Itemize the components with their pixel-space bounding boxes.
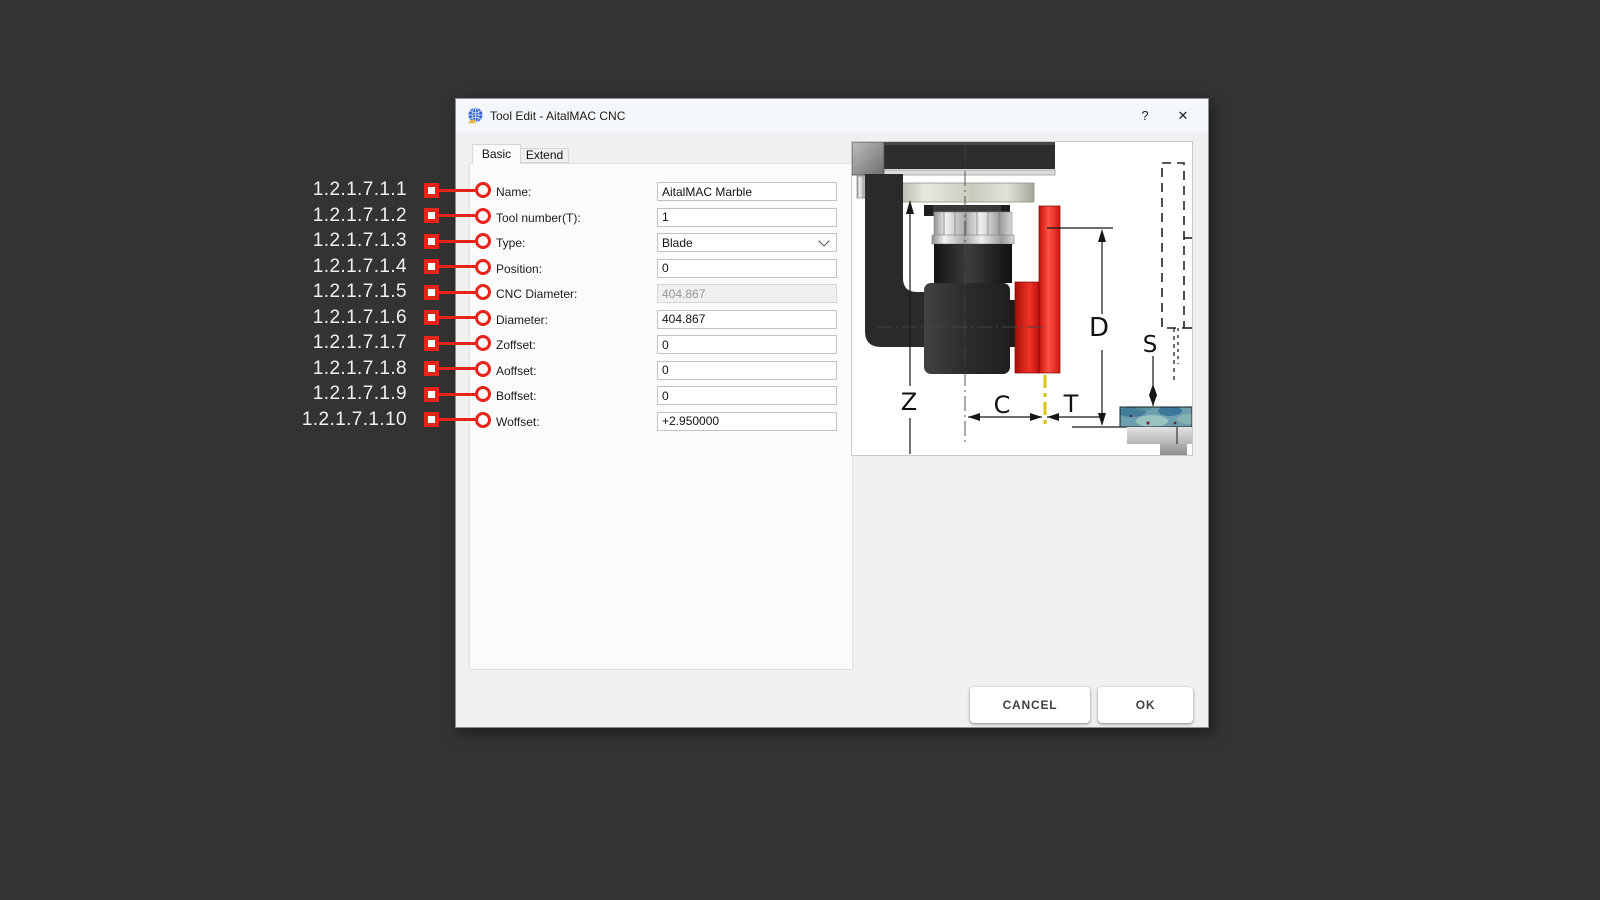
annotation-row: 1.2.1.7.1.7	[0, 332, 491, 354]
field-label: Boffset:	[496, 386, 536, 406]
form-row: CNC Diameter:	[470, 284, 852, 304]
annotation-row: 1.2.1.7.1.6	[0, 307, 491, 329]
annotation-row: 1.2.1.7.1.10	[0, 409, 491, 431]
annotation-square-marker	[424, 361, 439, 376]
field-input[interactable]	[657, 259, 837, 278]
field-input[interactable]	[657, 284, 837, 303]
field-select[interactable]: Blade	[657, 233, 837, 252]
form-row: Woffset:	[470, 412, 852, 432]
field-input[interactable]	[657, 412, 837, 431]
tool-edit-dialog: Tool Edit - AitalMAC CNC ? ✕ Basic Exten…	[455, 98, 1209, 728]
annotation-square-marker	[424, 336, 439, 351]
globe-app-icon	[467, 107, 484, 124]
form-row: Aoffset:	[470, 361, 852, 381]
field-label: Position:	[496, 259, 542, 279]
annotation-id: 1.2.1.7.1.10	[302, 409, 407, 431]
form-row: Boffset:	[470, 386, 852, 406]
annotation-row: 1.2.1.7.1.4	[0, 256, 491, 278]
field-label: CNC Diameter:	[496, 284, 577, 304]
close-button[interactable]: ✕	[1164, 99, 1202, 132]
form-row: Diameter:	[470, 310, 852, 330]
screen: 1.2.1.7.1.1 1.2.1.7.1.2 1.2.1.7.1.3 1.2.…	[0, 0, 1600, 900]
dim-s-label: S	[1143, 332, 1158, 358]
field-label: Zoffset:	[496, 335, 536, 355]
annotation-row: 1.2.1.7.1.1	[0, 179, 491, 201]
worktable	[1127, 427, 1192, 455]
field-label: Aoffset:	[496, 361, 536, 381]
help-button[interactable]: ?	[1126, 99, 1164, 132]
annotation-square-marker	[424, 285, 439, 300]
annotation-square-marker	[424, 234, 439, 249]
window-title: Tool Edit - AitalMAC CNC	[490, 109, 625, 123]
annotation-row: 1.2.1.7.1.8	[0, 358, 491, 380]
annotation-row: 1.2.1.7.1.5	[0, 281, 491, 303]
field-input[interactable]	[657, 361, 837, 380]
field-label: Name:	[496, 182, 531, 202]
field-select-value: Blade	[658, 236, 820, 250]
phantom-tool-outline	[1162, 163, 1192, 382]
field-label: Diameter:	[496, 310, 548, 330]
field-input[interactable]	[657, 310, 837, 329]
field-input[interactable]	[657, 386, 837, 405]
annotation-square-marker	[424, 208, 439, 223]
dim-c-label: C	[994, 391, 1011, 419]
form-row: Name:	[470, 182, 852, 202]
form-row: Position:	[470, 259, 852, 279]
annotation-id: 1.2.1.7.1.7	[313, 332, 407, 354]
annotation-row: 1.2.1.7.1.3	[0, 230, 491, 252]
tool-diagram: Z C T D S	[851, 141, 1193, 456]
field-label: Type:	[496, 233, 525, 253]
field-input[interactable]	[657, 208, 837, 227]
field-input[interactable]	[657, 182, 837, 201]
annotation-square-marker	[424, 387, 439, 402]
annotation-id: 1.2.1.7.1.1	[313, 179, 407, 201]
field-input[interactable]	[657, 335, 837, 354]
chevron-down-icon	[818, 235, 829, 246]
basic-tab-panel: Name: Tool number(T): Type: Blade Positi…	[469, 163, 853, 670]
titlebar: Tool Edit - AitalMAC CNC ? ✕	[456, 99, 1208, 132]
field-label: Tool number(T):	[496, 208, 581, 228]
cutting-blade	[1015, 206, 1060, 373]
annotation-square-marker	[424, 310, 439, 325]
dim-z-label: Z	[901, 388, 917, 416]
annotation-row: 1.2.1.7.1.9	[0, 383, 491, 405]
field-label: Woffset:	[496, 412, 540, 432]
annotation-id: 1.2.1.7.1.2	[313, 205, 407, 227]
annotation-square-marker	[424, 259, 439, 274]
tab-basic[interactable]: Basic	[472, 144, 521, 164]
annotation-row: 1.2.1.7.1.2	[0, 205, 491, 227]
annotation-id: 1.2.1.7.1.4	[313, 256, 407, 278]
annotation-id: 1.2.1.7.1.5	[313, 281, 407, 303]
marble-slab	[1118, 405, 1193, 427]
annotation-id: 1.2.1.7.1.9	[313, 383, 407, 405]
annotation-id: 1.2.1.7.1.3	[313, 230, 407, 252]
cancel-button[interactable]: CANCEL	[970, 687, 1090, 723]
form-row: Tool number(T):	[470, 208, 852, 228]
annotation-square-marker	[424, 183, 439, 198]
dim-t-label: T	[1063, 390, 1079, 418]
annotation-id: 1.2.1.7.1.6	[313, 307, 407, 329]
tab-extend[interactable]: Extend	[520, 148, 569, 163]
ok-button[interactable]: OK	[1098, 687, 1193, 723]
dim-d-label: D	[1089, 313, 1109, 343]
annotation-square-marker	[424, 412, 439, 427]
annotation-id: 1.2.1.7.1.8	[313, 358, 407, 380]
form-row: Type: Blade	[470, 233, 852, 253]
form-row: Zoffset:	[470, 335, 852, 355]
